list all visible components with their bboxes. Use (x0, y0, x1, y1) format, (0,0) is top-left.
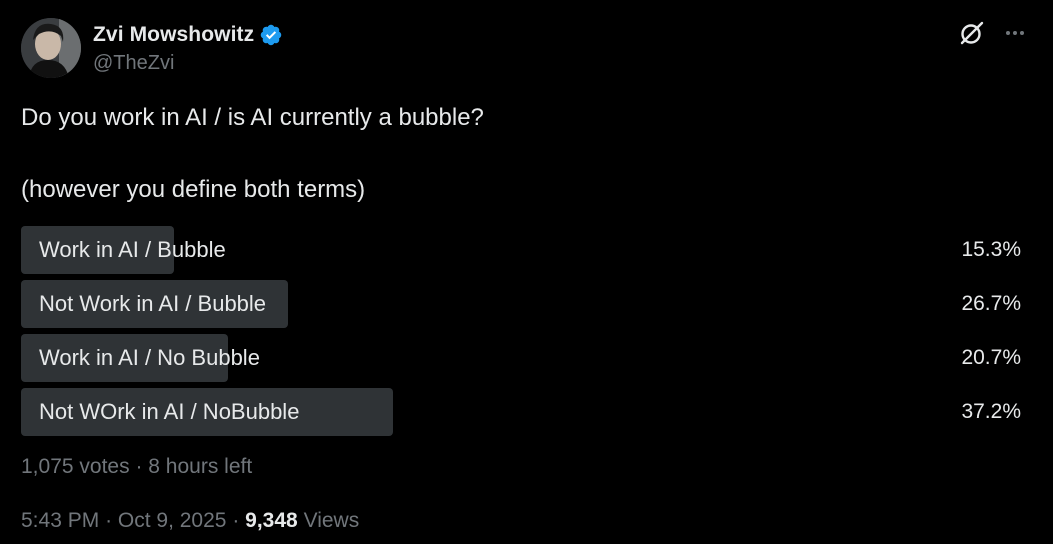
poll-option: Not WOrk in AI / NoBubble 37.2% (21, 388, 1021, 436)
poll-option-label: Not WOrk in AI / NoBubble (39, 399, 300, 424)
tweet-text: Do you work in AI / is AI currently a bu… (21, 103, 1021, 205)
tweet-actions-top (959, 20, 1027, 46)
poll-option-percent: 15.3% (961, 238, 1021, 261)
tweet-text-line-1: Do you work in AI / is AI currently a bu… (21, 104, 484, 131)
separator: · (232, 509, 240, 532)
tweet-time[interactable]: 5:43 PM (21, 509, 99, 532)
author-handle[interactable]: @TheZvi (93, 52, 283, 75)
tweet-text-line-2: (however you define both terms) (21, 176, 366, 203)
separator: · (135, 455, 143, 478)
poll-option-percent: 37.2% (961, 400, 1021, 423)
poll-option: Not Work in AI / Bubble 26.7% (21, 280, 1021, 328)
views-label: Views (303, 509, 360, 532)
poll-option-label: Work in AI / No Bubble (39, 345, 260, 370)
tweet-meta: 5:43 PM · Oct 9, 2025 · 9,348 Views (21, 509, 359, 533)
poll: Work in AI / Bubble 15.3% Not Work in AI… (21, 226, 1021, 442)
avatar-image (21, 18, 81, 78)
separator: · (105, 509, 113, 532)
more-icon[interactable] (1003, 21, 1027, 45)
poll-option-percent: 26.7% (961, 292, 1021, 315)
poll-vote-count: 1,075 votes (21, 455, 130, 478)
verified-badge-icon (260, 24, 282, 46)
author-display-name[interactable]: Zvi Mowshowitz (93, 23, 254, 47)
poll-option: Work in AI / Bubble 15.3% (21, 226, 1021, 274)
tweet-header: Zvi Mowshowitz @TheZvi (21, 18, 283, 78)
tweet-date[interactable]: Oct 9, 2025 (118, 509, 227, 532)
poll-meta: 1,075 votes · 8 hours left (21, 455, 252, 479)
poll-option: Work in AI / No Bubble 20.7% (21, 334, 1021, 382)
avatar[interactable] (21, 18, 81, 78)
views-count: 9,348 (245, 509, 298, 532)
poll-option-label: Not Work in AI / Bubble (39, 291, 267, 316)
poll-option-percent: 20.7% (961, 346, 1021, 369)
poll-option-label: Work in AI / Bubble (39, 237, 226, 262)
grok-icon[interactable] (959, 20, 985, 46)
poll-time-left: 8 hours left (148, 455, 253, 478)
